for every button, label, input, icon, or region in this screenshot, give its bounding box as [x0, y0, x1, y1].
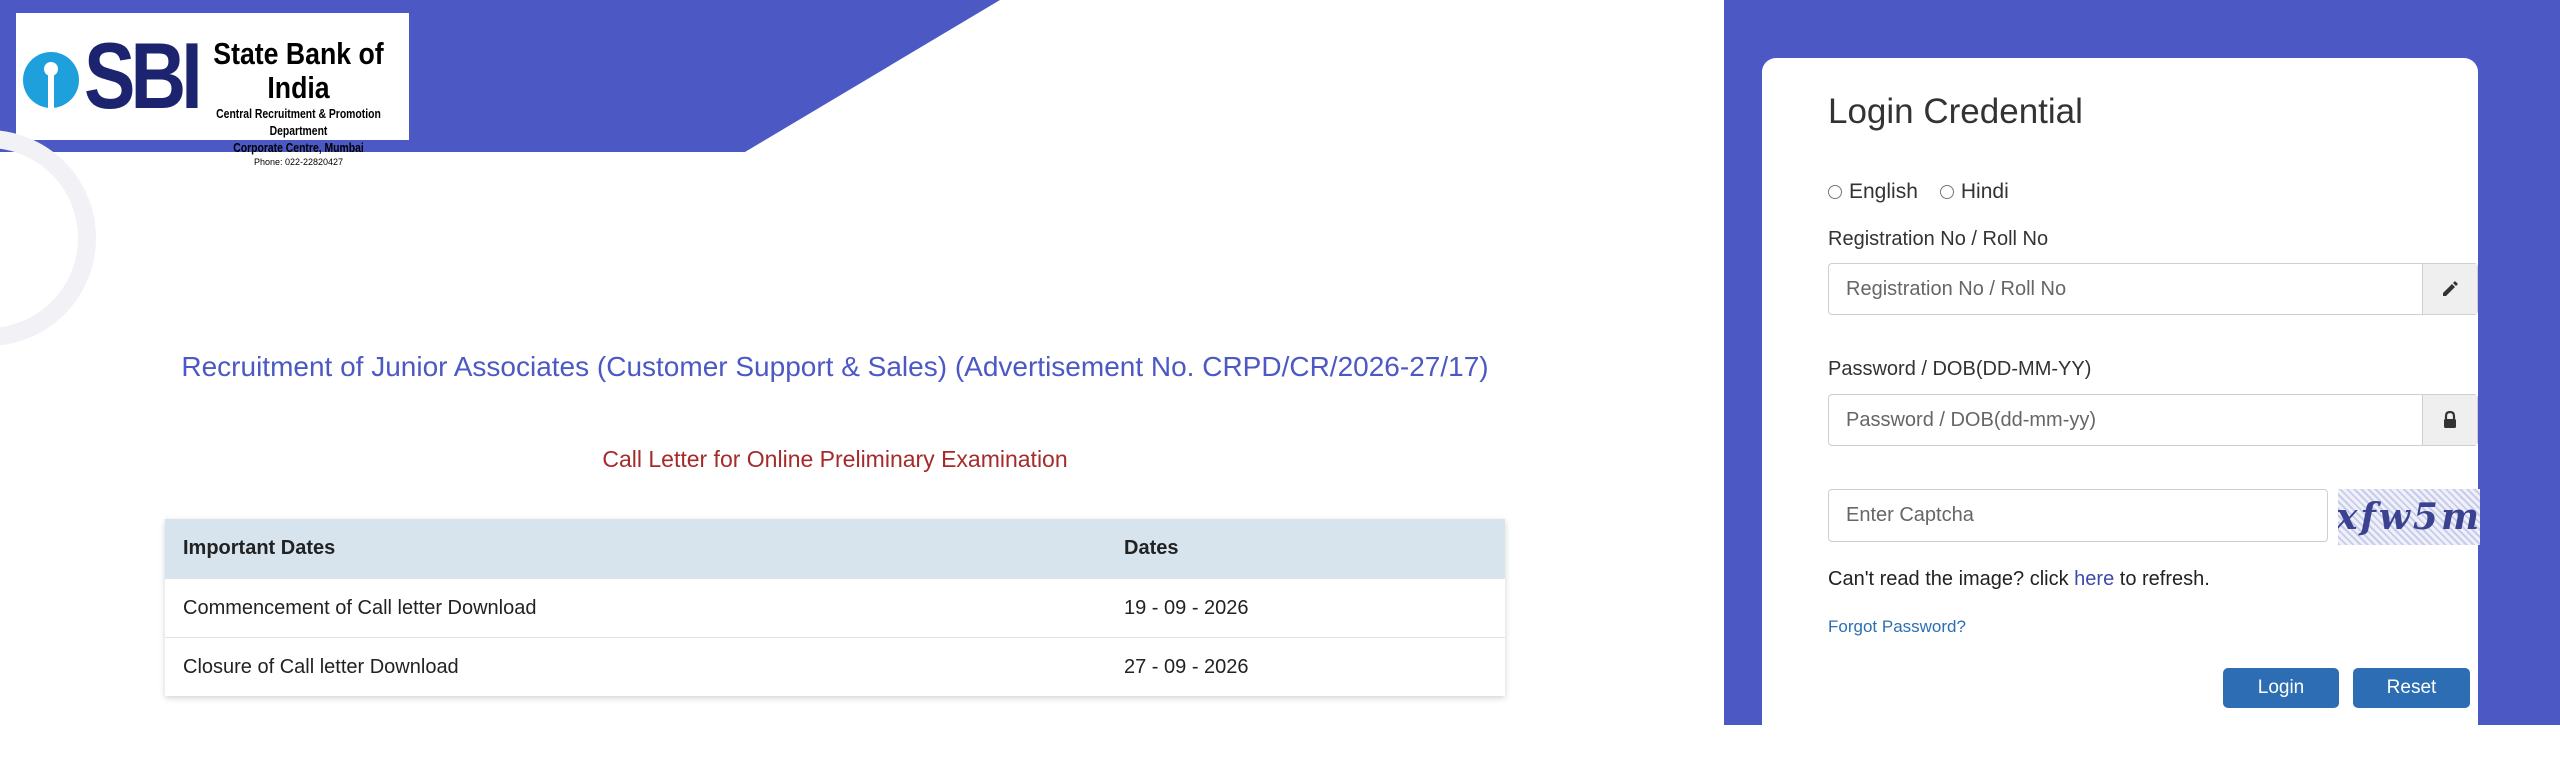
important-dates-table: Important Dates Dates Commencement of Ca…	[165, 519, 1505, 696]
registration-input-group	[1828, 263, 2478, 315]
decorative-circle	[0, 130, 96, 346]
table-row: Commencement of Call letter Download 19 …	[165, 578, 1505, 638]
table-cell-date: 19 - 09 - 2026	[1106, 578, 1505, 638]
radio-english[interactable]	[1828, 185, 1842, 199]
logo-text-block: State Bank of India Central Recruitment …	[191, 37, 406, 168]
page-title: Recruitment of Junior Associates (Custom…	[181, 351, 1489, 382]
password-input-group	[1828, 394, 2478, 446]
page-subtitle: Call Letter for Online Preliminary Exami…	[602, 446, 1068, 472]
language-selector: English Hindi	[1828, 180, 2031, 204]
sbi-keyhole-icon	[23, 52, 79, 109]
pencil-icon	[2422, 264, 2477, 314]
sbi-logo: SBI State Bank of India Central Recruitm…	[16, 13, 409, 167]
table-header-row: Important Dates Dates	[165, 519, 1505, 579]
reset-button[interactable]: Reset	[2353, 668, 2470, 708]
refresh-prefix: Can't read the image? click	[1828, 568, 2075, 590]
table-cell-event: Closure of Call letter Download	[165, 637, 1106, 696]
language-label-english: English	[1849, 180, 1918, 203]
table-header-date: Dates	[1106, 519, 1505, 579]
captcha-refresh-text: Can't read the image? click here to refr…	[1828, 568, 2210, 591]
lock-icon	[2422, 395, 2477, 445]
logo-location: Corporate Centre, Mumbai	[233, 140, 364, 155]
language-option-hindi[interactable]: Hindi	[1939, 180, 2009, 204]
table-cell-event: Commencement of Call letter Download	[165, 578, 1106, 638]
refresh-suffix: to refresh.	[2114, 568, 2210, 590]
registration-label: Registration No / Roll No	[1828, 228, 2049, 250]
language-option-english[interactable]: English	[1828, 180, 1918, 204]
captcha-text: xfw5m	[2338, 496, 2480, 538]
logo-bank-name: State Bank of India	[213, 36, 384, 105]
login-title: Login Credential	[1828, 92, 2083, 131]
captcha-input[interactable]	[1828, 489, 2328, 542]
captcha-image[interactable]: xfw5m	[2338, 489, 2480, 545]
password-label: Password / DOB(DD-MM-YY)	[1828, 358, 2092, 380]
captcha-refresh-link[interactable]: here	[2074, 568, 2114, 590]
logo-sbi-wordmark: SBI	[84, 23, 203, 128]
login-button[interactable]: Login	[2223, 668, 2339, 708]
registration-input[interactable]	[1829, 264, 2422, 314]
table-header-event: Important Dates	[165, 519, 1106, 579]
logo-department: Central Recruitment & Promotion Departme…	[216, 106, 381, 138]
table-cell-date: 27 - 09 - 2026	[1106, 637, 1505, 696]
language-label-hindi: Hindi	[1960, 180, 2009, 203]
password-input[interactable]	[1829, 395, 2422, 445]
table-row: Closure of Call letter Download 27 - 09 …	[165, 637, 1505, 696]
forgot-password-link[interactable]: Forgot Password?	[1828, 617, 1966, 637]
radio-hindi[interactable]	[1939, 185, 1954, 199]
logo-phone: Phone: 022-22820427	[253, 157, 344, 167]
